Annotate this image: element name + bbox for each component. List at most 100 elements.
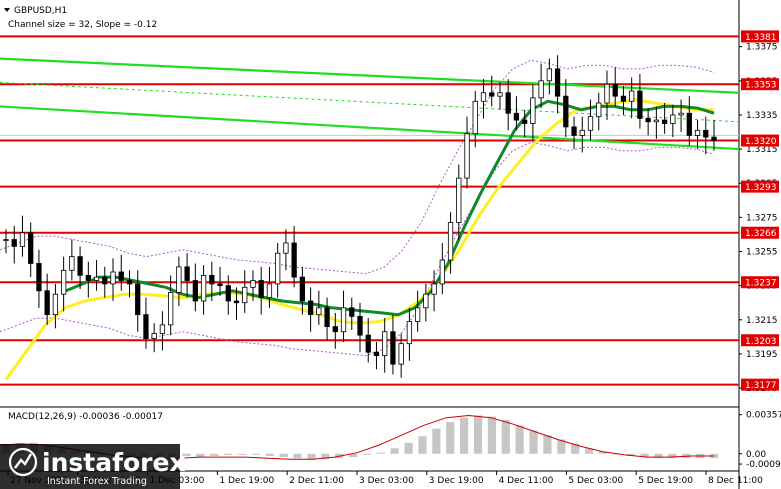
macd-histogram-bar (473, 415, 483, 454)
level-label: 1.3237 (745, 279, 777, 289)
candle-body (554, 68, 561, 97)
candle-body (340, 307, 347, 333)
time-tick-label: 1 Dec 19:00 (219, 476, 274, 486)
level-label: 1.3177 (745, 381, 777, 391)
collapse-triangle-icon[interactable] (4, 8, 10, 12)
macd-histogram-bar (390, 448, 399, 454)
candle-body (629, 90, 635, 102)
candle-body (414, 307, 421, 322)
candle-body (118, 271, 124, 281)
macd-histogram-bar (543, 435, 552, 454)
candle-body (3, 239, 9, 241)
candle-body (307, 300, 314, 316)
candle-body (703, 129, 709, 138)
time-tick-label: 3 Dec 19:00 (429, 476, 484, 486)
macd-histogram-bar (293, 453, 302, 459)
time-tick-label: 2 Dec 11:00 (289, 476, 344, 486)
candle-body (398, 343, 404, 365)
price-tick-label: 1.3215 (746, 316, 778, 326)
candle-body (546, 68, 552, 82)
macd-histogram-bar (362, 453, 372, 455)
candle-body (217, 283, 223, 287)
candle-body (349, 307, 355, 317)
macd-histogram-bar (376, 452, 385, 454)
candle-body (151, 333, 157, 339)
candle-body (373, 351, 380, 357)
candle-body (472, 100, 478, 135)
candle-body (184, 266, 190, 281)
candle-body (283, 242, 289, 254)
candle-body (36, 263, 42, 292)
macd-histogram-bar (515, 425, 524, 454)
candle-body (522, 119, 528, 124)
macd-axis: 0.00357 0.00-0.00094 (739, 411, 781, 470)
macd-histogram-bar (501, 419, 510, 454)
chart-header: GBPUSD,H1 Channel size = 32, Slope = -0.… (4, 6, 157, 30)
candle-body (513, 112, 520, 121)
candle-body (135, 283, 141, 316)
macd-histogram-bar (529, 430, 538, 454)
time-tick-label: 5 Dec 19:00 (638, 476, 693, 486)
macd-histogram-bar (487, 416, 496, 454)
candle-body (563, 95, 569, 128)
time-tick-label: 5 Dec 03:00 (568, 476, 623, 486)
instaforex-logo: instaforex Instant Forex Trading (0, 444, 186, 489)
candle-body (612, 83, 618, 97)
candle-body (110, 271, 116, 285)
candle-body (28, 232, 34, 264)
candle-body (52, 293, 59, 316)
macd-histogram-bar (224, 453, 233, 455)
macd-histogram-bar (279, 453, 288, 458)
level-label: 1.3320 (745, 137, 777, 147)
candle-body (357, 315, 363, 336)
candle-body (538, 80, 544, 99)
channel-lower-line (0, 105, 740, 151)
price-tick-label: 1.3255 (746, 248, 778, 258)
candle-body (176, 266, 182, 293)
macd-histogram-bar (237, 453, 247, 455)
candle-body (332, 326, 338, 333)
candle-body (60, 269, 67, 295)
macd-histogram-bar (460, 417, 469, 454)
candle-body (678, 112, 684, 116)
symbol-label: GBPUSD,H1 (14, 6, 67, 16)
candle-body (596, 102, 602, 118)
candle-body (480, 92, 487, 102)
candle-body (497, 92, 503, 97)
macd-tick-label: 0.00 (746, 450, 766, 460)
candle-body (275, 252, 281, 285)
macd-histogram-bar (418, 436, 427, 454)
candle-body (258, 280, 264, 298)
candle-body (530, 97, 536, 124)
logo-tagline: Instant Forex Trading (47, 476, 147, 487)
time-tick-label: 4 Dec 11:00 (499, 476, 554, 486)
candle-body (571, 126, 577, 136)
candle-body (77, 256, 83, 276)
candle-body (653, 119, 660, 123)
time-tick-label: 8 Dec 11:00 (708, 476, 763, 486)
candle-body (439, 259, 445, 285)
macd-label: MACD(12,26,9) -0.00036 -0.00017 (8, 412, 163, 422)
candle-body (423, 293, 429, 309)
candle-body (233, 300, 240, 304)
candle-body (143, 314, 149, 339)
price-tick-label: 1.3275 (746, 213, 778, 223)
candle-body (299, 276, 306, 302)
candle-body (250, 280, 256, 288)
macd-histogram-bar (307, 453, 316, 460)
level-label: 1.3203 (745, 337, 777, 347)
candle-body (225, 285, 231, 302)
level-labels: 1.3381 1.3353 1.3320 1.3293 1.3266 1.3237 1.32… (741, 30, 779, 391)
candle-body (266, 283, 273, 298)
candle-body (637, 90, 643, 119)
level-label: 1.3381 (745, 33, 777, 43)
macd-histogram-bar (446, 422, 455, 454)
candle-body (102, 276, 108, 285)
candle-body (390, 331, 396, 365)
candle-body (406, 321, 413, 345)
macd-histogram-bar (404, 442, 413, 454)
candle-body (242, 286, 248, 304)
candle-body (686, 112, 692, 136)
candle-body (209, 274, 215, 285)
candle-body (11, 239, 17, 247)
